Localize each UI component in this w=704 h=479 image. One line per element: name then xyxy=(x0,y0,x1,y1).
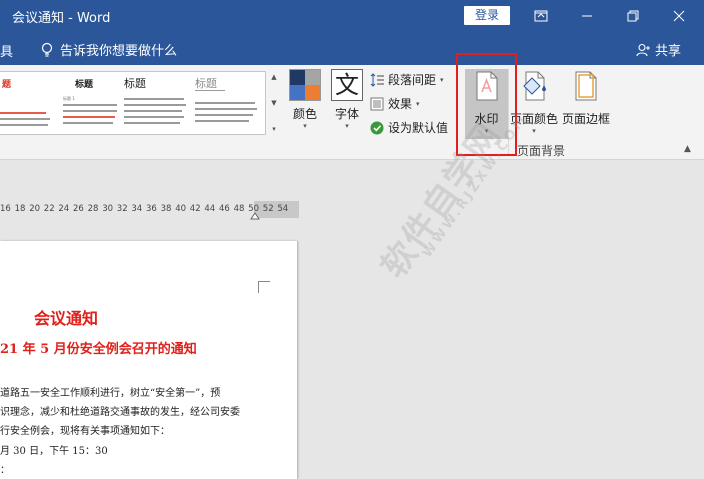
colors-button[interactable]: 颜色 ▾ xyxy=(288,69,322,130)
paragraph-spacing-dropdown-icon: ▾ xyxy=(440,75,444,84)
document-line: 识理念，减少和杜绝道路交通事故的发生，经公司安委 xyxy=(0,407,240,418)
effects-button[interactable]: 效果 ▾ xyxy=(370,95,420,112)
ruler-tick-label: 48 xyxy=(233,204,245,214)
paragraph-spacing-label: 段落间距 xyxy=(388,73,437,87)
group-label-page-background: 页面背景 xyxy=(517,144,566,158)
style-thumb-3[interactable]: 标题 xyxy=(124,72,188,134)
ruler-tick-label: 54 xyxy=(277,204,289,214)
ruler-tick-label: 16 xyxy=(0,204,11,214)
share-button[interactable]: 共享 xyxy=(636,40,681,59)
restore-icon[interactable] xyxy=(610,0,656,31)
ruler-tick-label: 26 xyxy=(73,204,84,214)
ruler-tick-label: 22 xyxy=(43,204,55,214)
ruler-tick-label: 38 xyxy=(160,204,172,214)
paragraph-spacing-icon xyxy=(370,72,384,87)
page-borders-label: 页面边框 xyxy=(561,112,610,126)
ruler-tick-label: 24 xyxy=(58,204,70,214)
fonts-dropdown-icon: ▾ xyxy=(345,122,349,130)
tab-edge-label[interactable]: 具 xyxy=(0,41,13,60)
ruler-tick-label: 34 xyxy=(131,204,143,214)
gallery-scroll[interactable]: ▲ ▼ ▾ xyxy=(268,71,280,135)
right-indent-marker-icon[interactable] xyxy=(250,212,260,220)
share-label: 共享 xyxy=(655,44,682,59)
close-icon[interactable] xyxy=(656,0,702,31)
window-title: 会议通知 - Word xyxy=(12,11,111,26)
ruler-tick-label: 32 xyxy=(116,204,128,214)
ruler-tick-label: 44 xyxy=(204,204,216,214)
paragraph-spacing-button[interactable]: 段落间距 ▾ xyxy=(370,71,444,88)
ruler-tick-label: 42 xyxy=(189,204,201,214)
style-thumb-heading: 标题 xyxy=(124,77,146,90)
style-thumb-heading: 标题 xyxy=(75,80,94,90)
style-thumb-1[interactable]: 题 xyxy=(0,72,58,134)
effects-icon xyxy=(370,97,384,110)
document-line: ： xyxy=(0,465,10,476)
document-title: 会议通知 xyxy=(34,309,99,328)
set-as-default-label: 设为默认值 xyxy=(388,121,449,135)
document-subtitle: 21 年 5 月份安全例会召开的通知 xyxy=(0,342,197,357)
tell-me-search[interactable]: 告诉我你想要做什么 xyxy=(40,40,177,59)
effects-dropdown-icon: ▾ xyxy=(416,99,420,108)
ruler-tick-label: 20 xyxy=(29,204,41,214)
collapse-ribbon-icon[interactable]: ▲ xyxy=(684,144,691,154)
document-line: 道路五一安全工作顺利进行，树立“安全第一”，预 xyxy=(0,388,221,399)
colors-icon xyxy=(289,69,321,101)
ribbon-display-options-icon[interactable] xyxy=(518,0,564,31)
text-boundary-corner xyxy=(258,281,270,293)
ruler-tick-label: 52 xyxy=(262,204,274,214)
fonts-button[interactable]: 文 字体 ▾ xyxy=(330,69,364,130)
effects-label: 效果 xyxy=(388,97,413,111)
ruler-tick-label: 40 xyxy=(175,204,187,214)
colors-label: 颜色 xyxy=(292,107,317,121)
ruler-tick-label: 30 xyxy=(102,204,114,214)
checkmark-icon xyxy=(370,121,384,134)
watermark-highlight-box xyxy=(456,53,517,156)
ruler-tick-label: 36 xyxy=(146,204,157,214)
ruler-tick-label: 46 xyxy=(219,204,230,214)
document-line: 行安全例会，现将有关事项通知如下： xyxy=(0,426,170,437)
scroll-up-icon[interactable]: ▲ xyxy=(271,73,276,81)
scroll-down-icon[interactable]: ▼ xyxy=(271,99,276,107)
login-button[interactable]: 登录 xyxy=(464,6,510,25)
document-format-gallery[interactable]: 题 标题 标题 1 标题 标题 xyxy=(0,71,266,135)
style-thumb-heading: 题 xyxy=(2,80,12,90)
ribbon-design-tab: 题 标题 标题 1 标题 标题 ▲ ▼ ▾ 颜色 ▾ 文 字体 ▾ 段落间距 ▾… xyxy=(0,65,704,160)
page-color-icon xyxy=(523,71,546,101)
page-borders-button[interactable]: 页面边框 xyxy=(561,71,611,127)
document-line: 月 30 日，下午 15：30 xyxy=(0,446,108,457)
document-page[interactable]: 会议通知 21 年 5 月份安全例会召开的通知 道路五一安全工作顺利进行，树立“… xyxy=(0,241,297,479)
tell-me-label: 告诉我你想要做什么 xyxy=(60,44,178,59)
colors-dropdown-icon: ▾ xyxy=(303,122,307,130)
style-thumb-2[interactable]: 标题 标题 1 xyxy=(63,72,119,134)
fonts-icon: 文 xyxy=(331,69,363,101)
ruler-tick-label: 28 xyxy=(87,204,99,214)
ruler-tick-label: 18 xyxy=(14,204,26,214)
fonts-label: 字体 xyxy=(334,107,359,121)
gallery-more-icon[interactable]: ▾ xyxy=(272,125,276,133)
tell-me-bar: 具 告诉我你想要做什么 共享 xyxy=(0,31,704,65)
minimize-icon[interactable] xyxy=(564,0,610,31)
person-icon xyxy=(636,43,650,56)
page-borders-icon xyxy=(575,71,597,101)
style-thumb-subheading: 标题 1 xyxy=(63,96,75,101)
set-as-default-button[interactable]: 设为默认值 xyxy=(370,119,448,136)
style-thumb-heading: 标题 xyxy=(195,77,217,90)
style-thumb-4[interactable]: 标题 xyxy=(195,72,261,134)
title-bar: 会议通知 - Word 登录 xyxy=(0,0,704,31)
lightbulb-icon xyxy=(41,42,53,57)
